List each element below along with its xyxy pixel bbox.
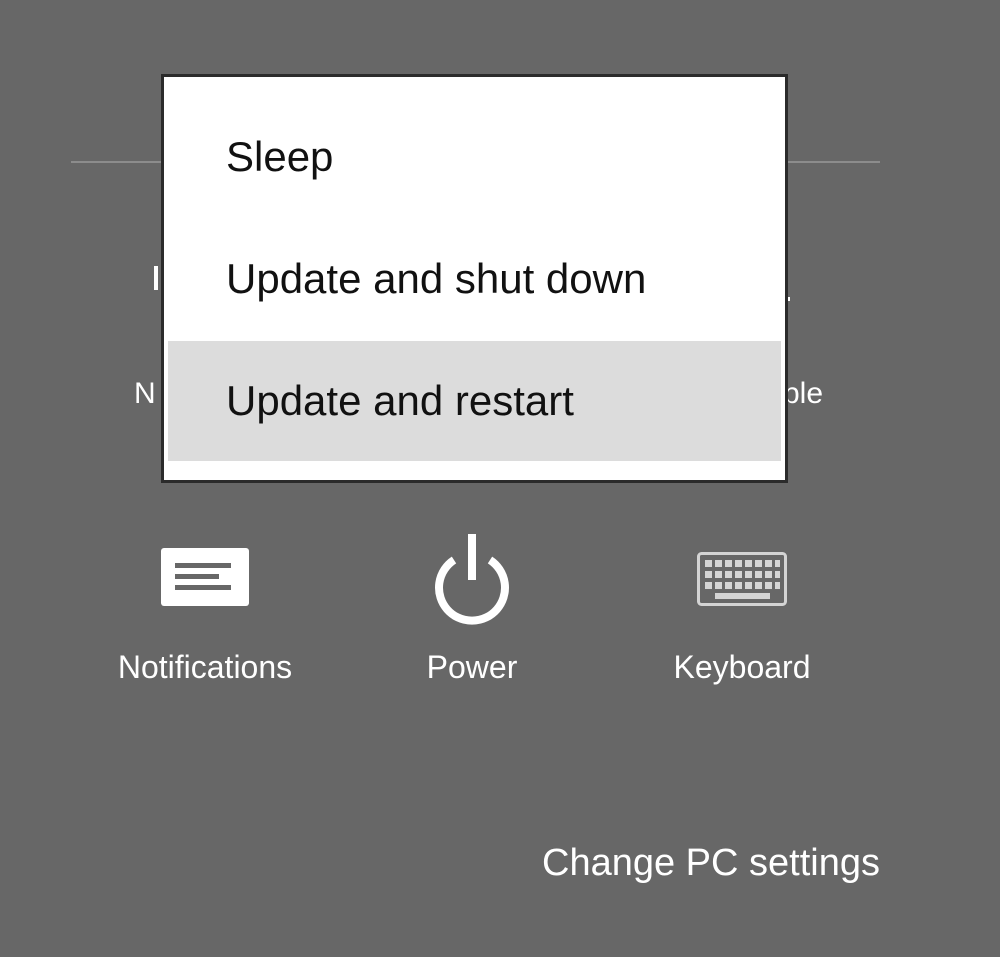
power-options-menu: Sleep Update and shut down Update and re…	[161, 74, 788, 483]
menu-item-update-and-shut-down[interactable]: Update and shut down	[168, 219, 781, 339]
notifications-label: Notifications	[117, 649, 293, 685]
partial-setting-label: ble	[783, 377, 824, 410]
power-icon	[435, 534, 509, 625]
keyboard-button[interactable]: Keyboard	[622, 520, 862, 700]
change-pc-settings-link[interactable]: Change PC settings	[542, 838, 880, 888]
power-button[interactable]: Power	[352, 520, 592, 700]
keyboard-label: Keyboard	[673, 649, 811, 685]
partial-setting-label: N	[134, 377, 156, 410]
power-label: Power	[426, 649, 518, 685]
menu-item-label: Update and shut down	[226, 255, 647, 302]
menu-item-sleep[interactable]: Sleep	[168, 97, 781, 217]
menu-item-label: Sleep	[226, 133, 334, 180]
notifications-icon	[161, 548, 249, 606]
partial-settings-icon	[154, 266, 158, 290]
menu-item-update-and-restart[interactable]: Update and restart	[168, 341, 781, 461]
keyboard-icon	[697, 552, 787, 606]
notifications-button[interactable]: Notifications	[85, 520, 325, 700]
menu-item-label: Update and restart	[226, 377, 574, 424]
